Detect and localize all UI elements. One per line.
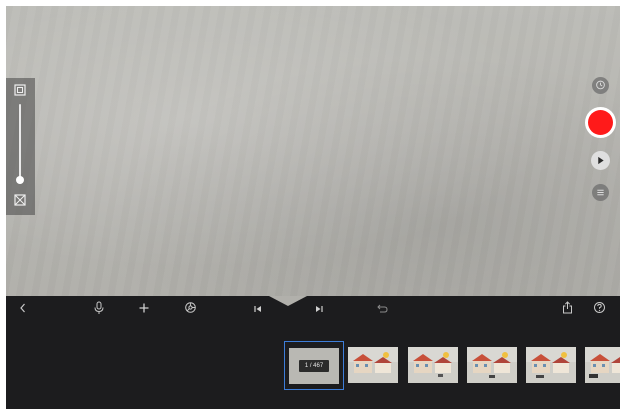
undo-button[interactable] [371, 299, 393, 321]
timer-icon [595, 77, 606, 95]
timer-button[interactable] [592, 77, 609, 94]
add-button[interactable] [133, 299, 155, 321]
play-button[interactable] [591, 151, 610, 170]
help-icon [593, 301, 606, 319]
current-frame-notch [269, 296, 307, 306]
zoom-out-icon[interactable] [13, 193, 27, 207]
microphone-icon [93, 301, 105, 320]
menu-button[interactable] [592, 184, 609, 201]
previous-frame-button[interactable] [247, 299, 269, 321]
back-button[interactable] [12, 299, 34, 321]
current-frame-slot[interactable]: 1 / 467 [284, 341, 344, 390]
frame-thumbnail[interactable] [526, 347, 576, 383]
menu-icon [596, 184, 605, 202]
zoom-slider-panel [6, 78, 35, 215]
record-button[interactable] [585, 107, 616, 138]
frame-thumbnail[interactable] [348, 347, 398, 383]
stop-motion-app: 1 / 467 [6, 6, 620, 409]
skip-back-icon [253, 301, 263, 319]
camera-preview[interactable] [6, 6, 620, 296]
help-button[interactable] [588, 299, 610, 321]
settings-icon [184, 301, 197, 319]
undo-icon [376, 301, 389, 319]
live-view-slot: 1 / 467 [289, 347, 339, 384]
plus-icon [138, 301, 150, 319]
settings-button[interactable] [179, 299, 201, 321]
chevron-left-icon [18, 301, 28, 319]
record-icon [588, 110, 613, 135]
frame-counter: 1 / 467 [298, 359, 330, 372]
microphone-button[interactable] [88, 299, 110, 321]
share-icon [562, 301, 573, 319]
frame-thumbnail[interactable] [585, 347, 620, 383]
next-frame-button[interactable] [308, 299, 330, 321]
frame-thumbnail[interactable] [408, 347, 458, 383]
skip-forward-icon [314, 301, 324, 319]
play-icon [596, 152, 605, 170]
share-button[interactable] [556, 299, 578, 321]
zoom-slider-track[interactable] [19, 104, 21, 184]
zoom-slider-thumb[interactable] [16, 176, 24, 184]
frame-thumbnail[interactable] [467, 347, 517, 383]
zoom-in-icon[interactable] [13, 83, 27, 97]
